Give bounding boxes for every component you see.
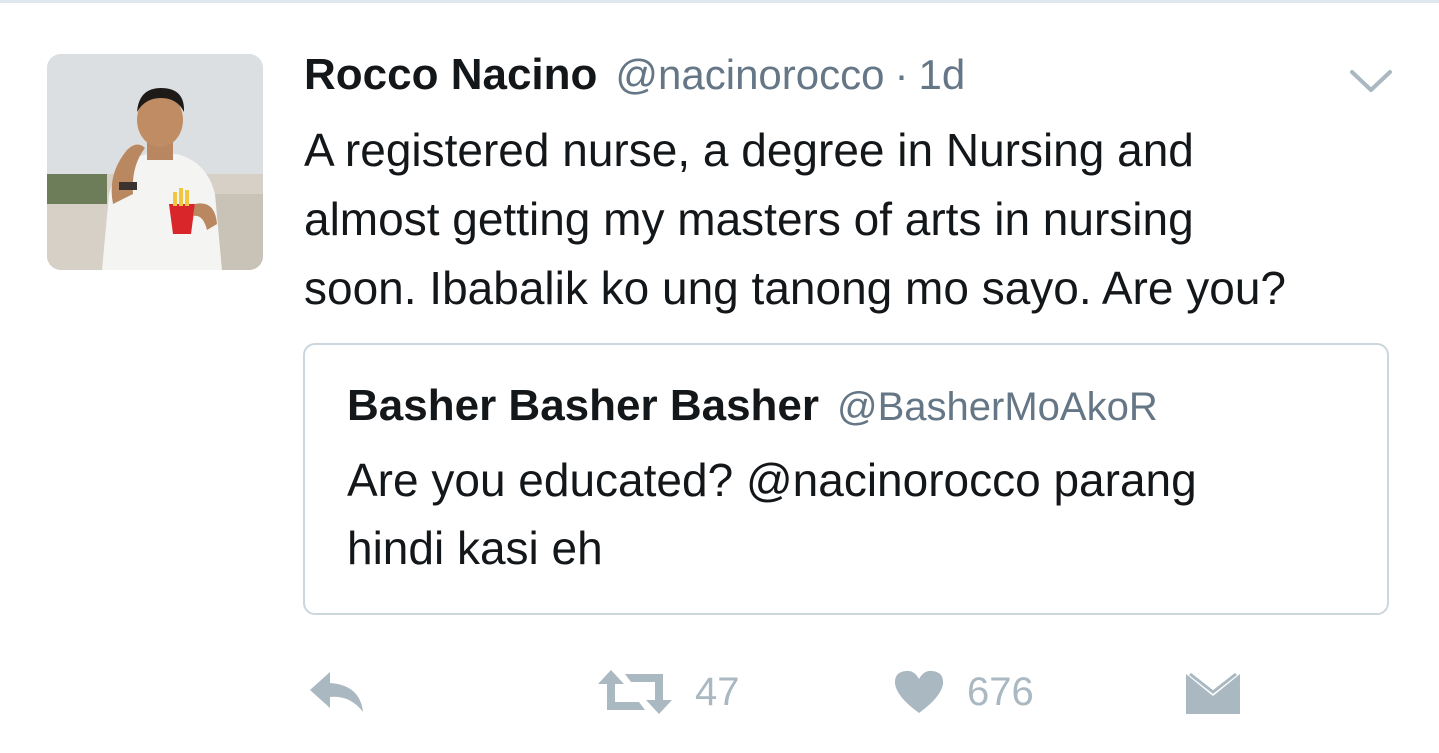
- envelope-icon: [1186, 672, 1240, 714]
- header-separator: ·: [894, 51, 909, 98]
- quoted-text-line: hindi kasi eh: [347, 522, 603, 574]
- like-count: 676: [967, 669, 1034, 714]
- author-display-name[interactable]: Rocco Nacino: [304, 50, 597, 100]
- retweet-icon: [598, 670, 672, 714]
- quoted-tweet-card[interactable]: Basher Basher Basher @BasherMoAkoR Are y…: [303, 343, 1389, 615]
- reply-button[interactable]: [306, 660, 368, 724]
- retweet-count: 47: [695, 669, 740, 714]
- tweet-text-line: A registered nurse, a degree in Nursing …: [304, 124, 1194, 176]
- quoted-tweet-text: Are you educated? @nacinorocco parang hi…: [347, 446, 1347, 582]
- direct-message-button[interactable]: [1185, 660, 1241, 724]
- chevron-down-icon[interactable]: [1348, 66, 1394, 96]
- avatar[interactable]: [47, 54, 263, 270]
- reply-icon: [310, 672, 363, 712]
- like-button[interactable]: 676: [893, 660, 1034, 724]
- tweet-text-line: soon. Ibabalik ko ung tanong mo sayo. Ar…: [304, 262, 1286, 314]
- author-handle[interactable]: @nacinorocco: [615, 51, 884, 99]
- heart-icon: [894, 670, 944, 713]
- retweet-button[interactable]: 47: [597, 660, 740, 724]
- top-divider: [0, 0, 1439, 3]
- quoted-text-line: Are you educated? @nacinorocco parang: [347, 454, 1197, 506]
- tweet-header: Rocco Nacino @nacinorocco · 1d: [304, 50, 965, 106]
- quoted-author-handle: @BasherMoAkoR: [837, 385, 1158, 429]
- tweet-text-line: almost getting my masters of arts in nur…: [304, 193, 1194, 245]
- quoted-author-display-name: Basher Basher Basher: [347, 381, 820, 430]
- tweet-timestamp[interactable]: 1d: [919, 51, 966, 99]
- profile-photo: [47, 54, 263, 270]
- tweet-text: A registered nurse, a degree in Nursing …: [304, 116, 1404, 323]
- quoted-tweet-header: Basher Basher Basher @BasherMoAkoR: [347, 381, 1158, 431]
